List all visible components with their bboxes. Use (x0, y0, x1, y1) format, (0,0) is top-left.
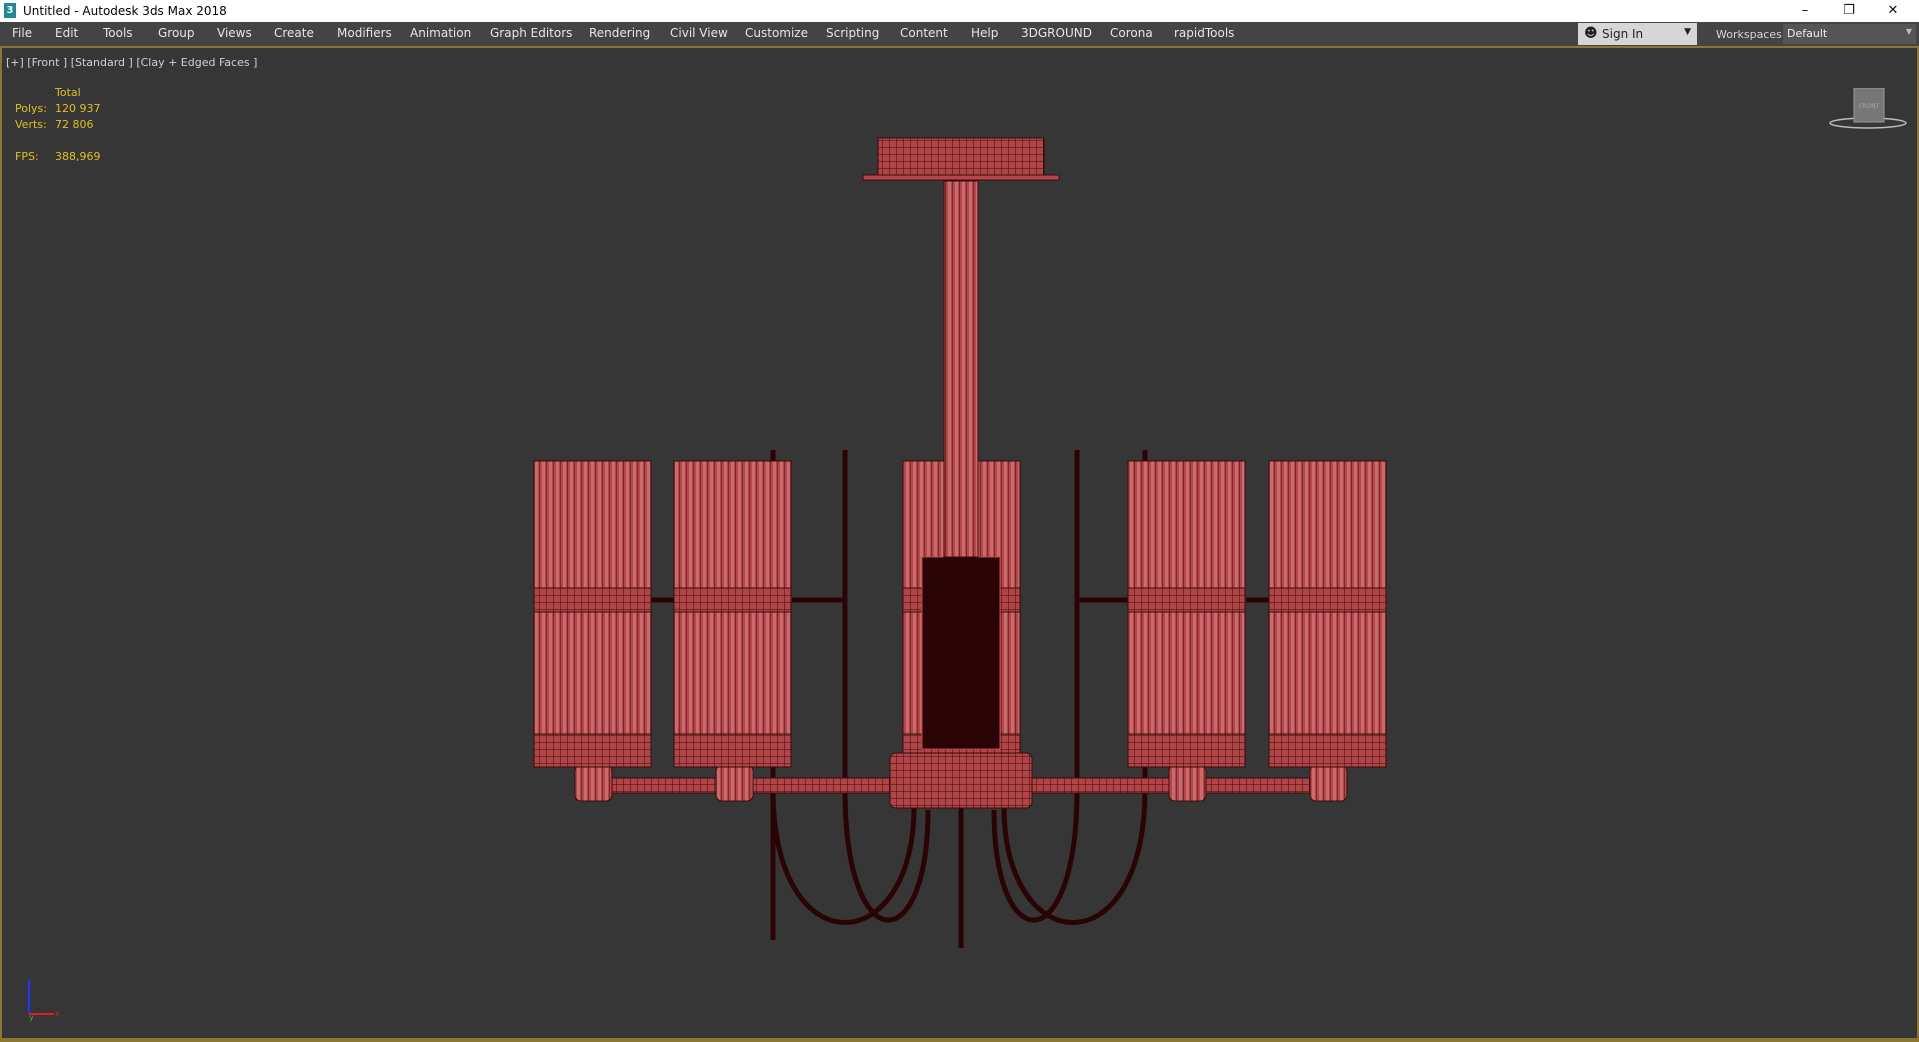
lamp-shade (1268, 460, 1387, 768)
lamp-shade (533, 460, 652, 768)
canopy-plate (862, 174, 1060, 181)
stem (943, 180, 979, 558)
center-hub (889, 752, 1033, 809)
center-candle (921, 556, 1001, 750)
lamp-shade (673, 460, 792, 768)
chandelier-model[interactable] (0, 0, 1919, 1040)
ceiling-canopy (877, 137, 1045, 178)
lamp-shade (1127, 460, 1246, 768)
